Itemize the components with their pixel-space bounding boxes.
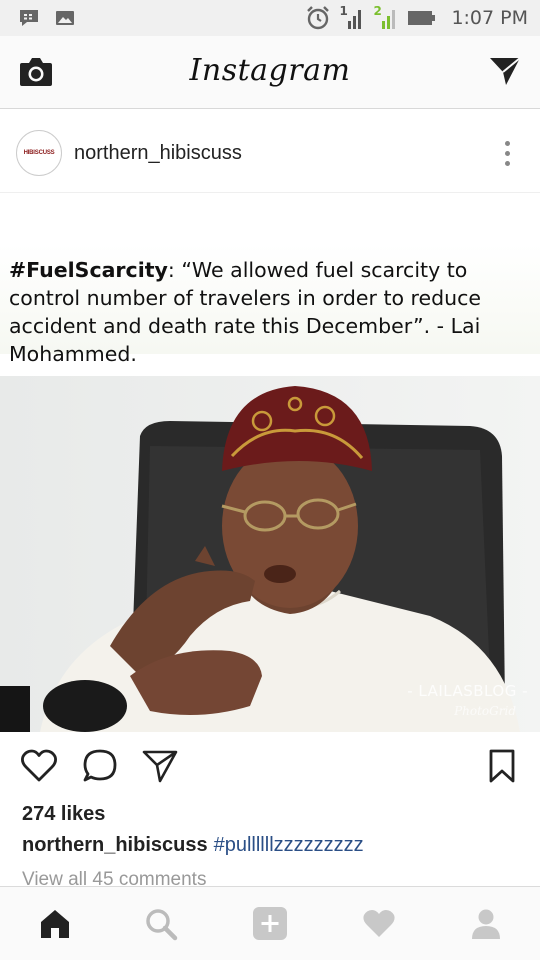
home-icon[interactable] <box>38 907 72 941</box>
post-header: HIBISCUSS northern_hibiscuss <box>0 110 540 193</box>
photo-of-man: - LAILASBLOG - PhotoGrid <box>0 376 540 732</box>
watermark: - LAILASBLOG - <box>407 682 528 700</box>
alarm-icon <box>307 6 330 30</box>
avatar[interactable]: HIBISCUSS <box>16 130 62 176</box>
caption-username[interactable]: northern_hibiscuss <box>22 834 208 856</box>
share-icon[interactable] <box>141 748 179 784</box>
post-actions <box>0 742 540 792</box>
search-icon[interactable] <box>144 907 178 941</box>
post-image[interactable]: #FuelScarcity: “We allowed fuel scarcity… <box>0 194 540 732</box>
portrait-illustration <box>0 376 540 732</box>
clock: 1:07 PM <box>451 7 528 29</box>
instagram-logo: Instagram <box>189 53 351 88</box>
heart-icon[interactable] <box>362 907 396 941</box>
bottom-nav <box>0 886 540 960</box>
gallery-notification-icon <box>56 11 74 25</box>
watermark-sub: PhotoGrid <box>454 704 516 718</box>
signal-icon <box>382 10 396 29</box>
post-caption: northern_hibiscuss #pullllllzzzzzzzzz <box>22 834 364 857</box>
likes-count[interactable]: 274 likes <box>22 803 105 826</box>
more-options-icon[interactable] <box>505 141 510 166</box>
profile-icon[interactable] <box>469 907 503 941</box>
bookmark-icon[interactable] <box>488 748 516 784</box>
bbm-notification-icon <box>20 10 38 26</box>
caption-hashtag[interactable]: #pullllllzzzzzzzzz <box>214 834 364 856</box>
post-username[interactable]: northern_hibiscuss <box>74 142 242 165</box>
status-bar: 1 2 1:07 PM <box>0 0 540 36</box>
sim2-signal: 2 <box>373 4 399 31</box>
battery-icon <box>408 11 436 25</box>
comment-bubble-icon[interactable] <box>82 748 118 784</box>
app-header: Instagram <box>0 36 540 109</box>
signal-icon <box>348 10 362 29</box>
quote-hashtag: #FuelScarcity <box>9 258 168 282</box>
add-icon[interactable] <box>252 907 288 941</box>
sim1-signal: 1 <box>339 4 365 31</box>
paper-plane-icon[interactable] <box>488 55 522 87</box>
avatar-text: HIBISCUSS <box>23 150 55 156</box>
like-heart-icon[interactable] <box>20 748 58 784</box>
quote-text: #FuelScarcity: “We allowed fuel scarcity… <box>9 256 531 368</box>
